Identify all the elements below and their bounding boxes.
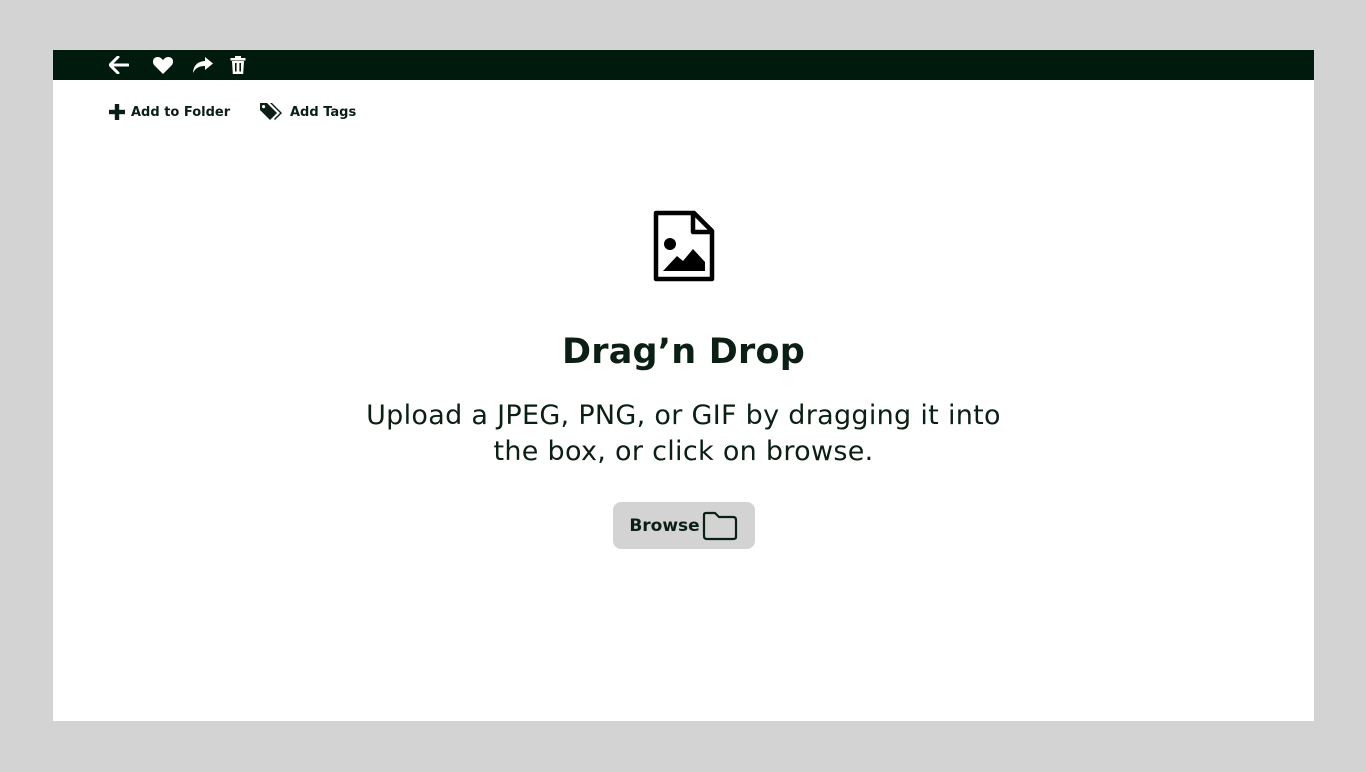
add-to-folder-label: Add to Folder xyxy=(131,104,231,120)
plus-icon xyxy=(109,104,125,120)
trash-icon xyxy=(230,56,246,74)
main-window: Add to Folder Add Tags Drag’n Drop Uploa… xyxy=(53,50,1314,721)
share-button[interactable] xyxy=(190,53,216,77)
browse-label: Browse xyxy=(629,515,700,536)
back-button[interactable] xyxy=(106,53,132,77)
back-arrow-icon xyxy=(109,56,129,74)
delete-button[interactable] xyxy=(225,53,251,77)
add-tags-label: Add Tags xyxy=(290,104,357,120)
share-icon xyxy=(193,57,213,73)
top-toolbar xyxy=(53,50,1314,80)
heart-icon xyxy=(152,56,174,74)
drop-description: Upload a JPEG, PNG, or GIF by dragging i… xyxy=(366,400,1001,467)
favorite-button[interactable] xyxy=(150,53,176,77)
drop-zone[interactable]: Drag’n Drop Upload a JPEG, PNG, or GIF b… xyxy=(53,210,1314,549)
browse-button[interactable]: Browse xyxy=(612,502,755,549)
add-tags-button[interactable]: Add Tags xyxy=(260,102,356,122)
image-file-icon xyxy=(653,210,714,282)
drop-title: Drag’n Drop xyxy=(562,332,805,372)
folder-icon xyxy=(702,511,738,541)
add-to-folder-button[interactable]: Add to Folder xyxy=(109,104,230,120)
tags-icon xyxy=(260,102,284,122)
